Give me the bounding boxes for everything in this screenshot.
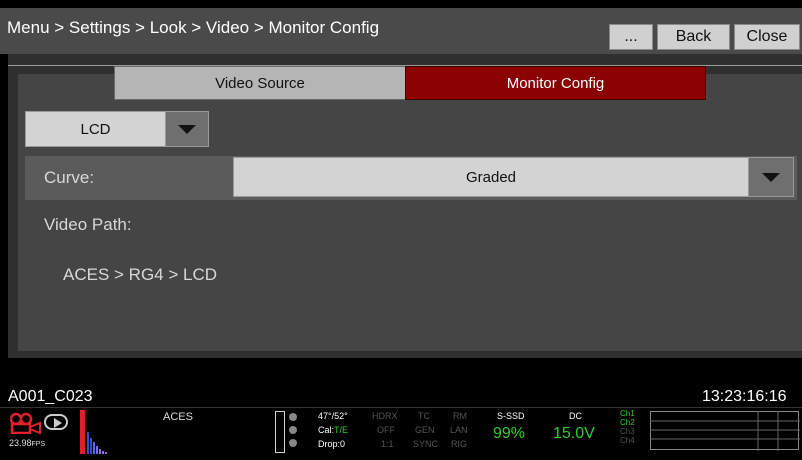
breadcrumb: Menu > Settings > Look > Video > Monitor… [7, 18, 380, 37]
monitor-select[interactable]: LCD [25, 111, 166, 147]
audio-channel-2: Ch2 [620, 418, 635, 427]
ratio-value: 1:1 [381, 439, 394, 449]
drop-frames: Drop:0 [318, 439, 346, 449]
histogram [80, 410, 107, 454]
rm-label: RM [453, 411, 467, 421]
more-button[interactable]: ... [609, 24, 653, 50]
gen-label: GEN [415, 425, 435, 435]
status-dot [289, 439, 297, 447]
curve-dropdown-button[interactable] [748, 157, 794, 197]
chevron-down-icon [178, 125, 196, 134]
monitor-dropdown-button[interactable] [165, 111, 209, 147]
hdrx-label: HDRX [372, 411, 398, 421]
media-remaining: 99% [493, 425, 526, 442]
tab-monitor-config[interactable]: Monitor Config [405, 66, 706, 100]
close-button[interactable]: Close [734, 24, 800, 50]
level-meter [275, 411, 285, 453]
status-dot [289, 426, 297, 434]
power-voltage: 15.0V [553, 425, 595, 442]
top-strip [0, 0, 802, 8]
fps-readout: 23.98FPS [9, 438, 46, 448]
playback-icon[interactable] [44, 414, 68, 430]
audio-channel-3: Ch3 [620, 427, 635, 436]
lan-label: LAN [450, 425, 468, 435]
media-label: S-SSD [497, 411, 525, 421]
curve-label: Curve: [44, 168, 95, 187]
calibration-status: Cal:T/E [318, 425, 349, 435]
back-button[interactable]: Back [657, 24, 730, 50]
tab-video-source[interactable]: Video Source [114, 66, 406, 100]
audio-meters [650, 411, 800, 451]
tc-label: TC [418, 411, 430, 421]
video-path-label: Video Path: [44, 215, 132, 234]
rig-label: RIG [451, 439, 468, 449]
timecode: 13:23:16:16 [702, 388, 787, 405]
curve-select[interactable]: Graded [233, 157, 749, 197]
status-dot [289, 413, 297, 421]
hdrx-value: OFF [377, 425, 395, 435]
audio-channel-1: Ch1 [620, 409, 635, 418]
power-label: DC [569, 411, 582, 421]
record-camera-icon [10, 412, 41, 434]
clip-name: A001_C023 [8, 388, 93, 405]
sync-label: SYNC [413, 439, 439, 449]
chevron-down-icon [762, 173, 780, 182]
audio-channel-4: Ch4 [620, 436, 635, 445]
sensor-temp: 47°/52° [318, 411, 348, 421]
video-path-value: ACES > RG4 > LCD [63, 265, 218, 284]
color-space-label: ACES [163, 411, 193, 423]
